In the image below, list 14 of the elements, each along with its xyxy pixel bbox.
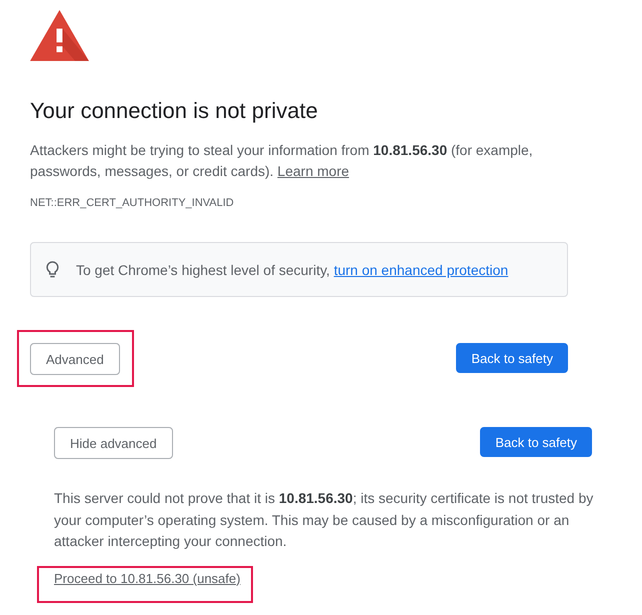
back-to-safety-button[interactable]: Back to safety (480, 427, 592, 457)
enhanced-protection-link[interactable]: turn on enhanced protection (334, 262, 508, 278)
page-heading: Your connection is not private (30, 97, 319, 125)
back-to-safety-button[interactable]: Back to safety (456, 343, 568, 373)
explanation-text: Attackers might be trying to steal your information from 10.81.56.30 (for example, passwords, messages, or credit cards). Learn more (30, 141, 534, 181)
hide-advanced-button[interactable]: Hide advanced (54, 427, 173, 459)
details-text: This server could not prove that it is 10.81.56.30; its security certificate is not trusted by your computer’s operating system. This may be caused by a misconfiguration or an attacker intercepting your connection. (54, 489, 594, 551)
notice-text: To get Chrome’s highest level of security, turn on enhanced protection (76, 260, 508, 280)
warning-icon (30, 10, 89, 61)
learn-more-link[interactable]: Learn more (277, 163, 350, 179)
advanced-button[interactable]: Advanced (30, 343, 120, 375)
proceed-link[interactable]: Proceed to 10.81.56.30 (unsafe) (54, 570, 240, 588)
error-code: NET::ERR_CERT_AUTHORITY_INVALID (30, 196, 235, 211)
lightbulb-icon (46, 260, 59, 278)
